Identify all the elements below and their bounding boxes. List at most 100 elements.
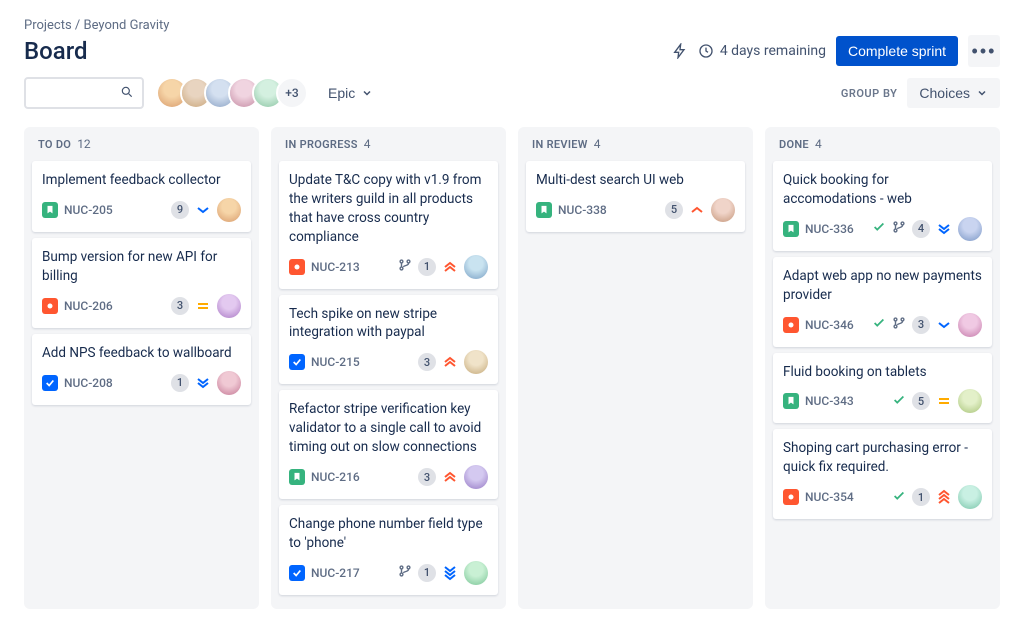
epic-label: Epic: [328, 85, 355, 101]
board-column[interactable]: IN PROGRESS 4 Update T&C copy with v1.9 fr…: [271, 127, 506, 609]
done-check-icon: [872, 315, 886, 334]
issue-card[interactable]: Quick booking for accomodations - web NUC…: [773, 161, 992, 251]
issue-card[interactable]: Bump version for new API for billing NUC-…: [32, 238, 251, 328]
days-remaining-text: 4 days remaining: [720, 43, 826, 59]
issue-type-icon: [289, 259, 305, 275]
issue-card[interactable]: Fluid booking on tabletsNUC-3435: [773, 353, 992, 424]
priority-icon: [442, 354, 458, 370]
search-input[interactable]: [34, 86, 120, 101]
avatar-overflow[interactable]: +3: [276, 77, 308, 109]
priority-icon: [195, 375, 211, 391]
choices-label: Choices: [919, 85, 970, 101]
issue-card[interactable]: Add NPS feedback to wallboardNUC-2081: [32, 334, 251, 405]
priority-icon: [195, 298, 211, 314]
card-title: Change phone number field type to 'phone…: [289, 515, 488, 553]
assignee-avatar[interactable]: [217, 198, 241, 222]
issue-type-icon: [783, 221, 799, 237]
issue-key: NUC-354: [805, 490, 854, 504]
branch-icon: [398, 257, 412, 276]
column-count: 4: [364, 137, 371, 151]
story-points-badge: 9: [171, 201, 189, 219]
column-title: IN REVIEW: [532, 138, 588, 151]
branch-icon: [892, 315, 906, 334]
bolt-icon[interactable]: [672, 43, 688, 59]
card-title: Implement feedback collector: [42, 171, 241, 190]
issue-type-icon: [536, 202, 552, 218]
story-points-badge: 1: [171, 374, 189, 392]
assignee-avatar[interactable]: [958, 313, 982, 337]
assignee-avatar[interactable]: [958, 389, 982, 413]
assignee-avatar[interactable]: [958, 217, 982, 241]
column-count: 12: [77, 137, 91, 151]
column-count: 4: [594, 137, 601, 151]
story-points-badge: 5: [665, 201, 683, 219]
card-title: Refactor stripe verification key validat…: [289, 400, 488, 457]
issue-type-icon: [42, 298, 58, 314]
priority-icon: [936, 317, 952, 333]
issue-card[interactable]: Tech spike on new stripe integration wit…: [279, 295, 498, 385]
column-title: IN PROGRESS: [285, 138, 358, 151]
priority-icon: [689, 202, 705, 218]
card-title: Update T&C copy with v1.9 from the write…: [289, 171, 488, 247]
assignee-avatar[interactable]: [711, 198, 735, 222]
issue-key: NUC-213: [311, 260, 360, 274]
column-count: 4: [815, 137, 822, 151]
priority-icon: [195, 202, 211, 218]
issue-key: NUC-346: [805, 318, 854, 332]
complete-sprint-button[interactable]: Complete sprint: [836, 36, 958, 66]
issue-card[interactable]: Update T&C copy with v1.9 from the write…: [279, 161, 498, 289]
issue-card[interactable]: Shoping cart purchasing error - quick fi…: [773, 429, 992, 519]
assignee-avatar[interactable]: [217, 371, 241, 395]
assignee-avatar[interactable]: [464, 255, 488, 279]
column-title: TO DO: [38, 138, 71, 151]
assignee-avatar[interactable]: [958, 485, 982, 509]
board-column[interactable]: TO DO 12 Implement feedback collector NUC-2…: [24, 127, 259, 609]
issue-type-icon: [289, 469, 305, 485]
issue-card[interactable]: Refactor stripe verification key validat…: [279, 390, 498, 499]
priority-icon: [442, 469, 458, 485]
card-title: Bump version for new API for billing: [42, 248, 241, 286]
issue-key: NUC-215: [311, 355, 360, 369]
card-title: Add NPS feedback to wallboard: [42, 344, 241, 363]
story-points-badge: 1: [912, 488, 930, 506]
issue-card[interactable]: Change phone number field type to 'phone…: [279, 505, 498, 595]
story-points-badge: 3: [418, 468, 436, 486]
assignee-avatar[interactable]: [464, 561, 488, 585]
issue-key: NUC-216: [311, 470, 360, 484]
issue-type-icon: [783, 393, 799, 409]
avatar-stack[interactable]: +3: [156, 77, 308, 109]
issue-type-icon: [42, 375, 58, 391]
search-icon: [120, 84, 134, 103]
assignee-avatar[interactable]: [464, 465, 488, 489]
issue-card[interactable]: Implement feedback collector NUC-205 9: [32, 161, 251, 232]
column-title: DONE: [779, 138, 809, 151]
assignee-avatar[interactable]: [217, 294, 241, 318]
assignee-avatar[interactable]: [464, 350, 488, 374]
clock-icon: [698, 43, 714, 59]
kanban-board: TO DO 12 Implement feedback collector NUC-2…: [24, 127, 1000, 609]
done-check-icon: [872, 219, 886, 238]
board-column[interactable]: DONE 4 Quick booking for accomodations - w…: [765, 127, 1000, 609]
more-actions-button[interactable]: •••: [968, 35, 1000, 67]
issue-card[interactable]: Adapt web app no new payments providerNU…: [773, 257, 992, 347]
search-input-wrapper[interactable]: [24, 77, 144, 109]
issue-key: NUC-336: [805, 222, 854, 236]
priority-icon: [442, 565, 458, 581]
group-by-select[interactable]: Choices: [907, 78, 1000, 108]
issue-card[interactable]: Multi-dest search UI webNUC-3385: [526, 161, 745, 232]
done-check-icon: [892, 392, 906, 411]
breadcrumb[interactable]: Projects / Beyond Gravity: [24, 18, 1000, 33]
story-points-badge: 3: [171, 297, 189, 315]
chevron-down-icon: [361, 87, 373, 99]
board-column[interactable]: IN REVIEW 4 Multi-dest search UI webNUC-33…: [518, 127, 753, 609]
story-points-badge: 3: [912, 316, 930, 334]
issue-key: NUC-205: [64, 203, 113, 217]
branch-icon: [398, 563, 412, 582]
card-title: Quick booking for accomodations - web: [783, 171, 982, 209]
issue-key: NUC-206: [64, 299, 113, 313]
issue-type-icon: [289, 354, 305, 370]
card-title: Multi-dest search UI web: [536, 171, 735, 190]
issue-type-icon: [42, 202, 58, 218]
issue-type-icon: [783, 489, 799, 505]
epic-filter-button[interactable]: Epic: [320, 79, 381, 107]
